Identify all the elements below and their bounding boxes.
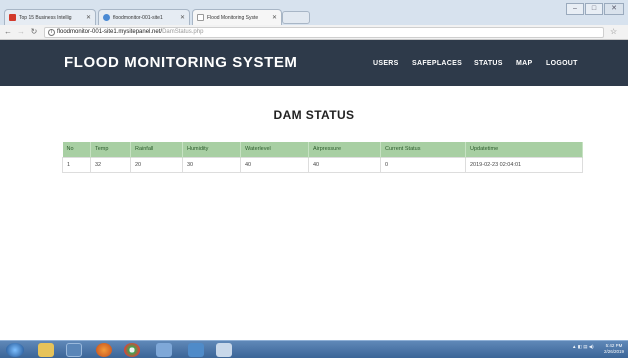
- windows-taskbar: ▲ ◧ ▤ ◀) 5:42 PM 2/26/2019: [0, 340, 628, 358]
- column-header: Waterlevel: [240, 142, 309, 157]
- table-cell: 30: [182, 156, 241, 173]
- favicon-icon: [103, 14, 110, 21]
- start-button-icon[interactable]: [6, 343, 24, 357]
- system-tray-icons[interactable]: ▲ ◧ ▤ ◀): [572, 344, 594, 350]
- close-tab-icon[interactable]: ✕: [86, 14, 91, 21]
- tab-title: Top 15 Business Intellig: [19, 15, 72, 21]
- table-row: 1 32 20 30 40 40 0 2019-02-23 02:04:01: [62, 156, 583, 173]
- nav-users[interactable]: USERS: [373, 60, 399, 67]
- table-cell: 0: [380, 156, 466, 173]
- table-cell: 32: [90, 156, 131, 173]
- table-cell: 40: [308, 156, 381, 173]
- dam-status-table: No Temp Rainfall Humidity Waterlevel Air…: [62, 142, 583, 173]
- url-path: DamStatus.php: [162, 29, 204, 35]
- minimize-button[interactable]: –: [566, 3, 584, 15]
- info-icon[interactable]: i: [48, 29, 55, 36]
- page-icon: [197, 14, 204, 21]
- close-tab-icon[interactable]: ✕: [272, 14, 277, 21]
- network-app-icon[interactable]: [188, 343, 204, 357]
- back-arrow-icon[interactable]: ←: [3, 27, 13, 37]
- table-cell: 1: [62, 156, 91, 173]
- browser-tab-active[interactable]: Flood Monitoring Syste ✕: [192, 9, 282, 25]
- table-cell: 40: [240, 156, 309, 173]
- address-bar: ← → ↻ i floodmonitor-001-site1.mysitepan…: [0, 25, 628, 40]
- bookmark-star-icon[interactable]: ☆: [610, 27, 617, 36]
- file-explorer-icon[interactable]: [38, 343, 54, 357]
- column-header: Updatetime: [465, 142, 583, 157]
- tab-title: floodmonitor-001-site1: [113, 15, 163, 21]
- column-header: Airpressure: [308, 142, 381, 157]
- chrome-icon[interactable]: [124, 343, 140, 357]
- forward-arrow-icon[interactable]: →: [16, 27, 26, 37]
- url-input[interactable]: i floodmonitor-001-site1.mysitepanel.net…: [44, 27, 604, 38]
- column-header: Rainfall: [130, 142, 183, 157]
- close-tab-icon[interactable]: ✕: [180, 14, 185, 21]
- table-cell: 2019-02-23 02:04:01: [465, 156, 583, 173]
- favicon-icon: [9, 14, 16, 21]
- new-tab-button[interactable]: [282, 11, 310, 24]
- browser-tab[interactable]: Top 15 Business Intellig ✕: [4, 9, 96, 25]
- close-window-button[interactable]: ✕: [604, 3, 624, 15]
- table-cell: 20: [130, 156, 183, 173]
- reload-icon[interactable]: ↻: [29, 27, 39, 37]
- firefox-icon[interactable]: [96, 343, 112, 357]
- site-navbar: FLOOD MONITORING SYSTEM USERS SAFEPLACES…: [0, 40, 628, 86]
- page-title: DAM STATUS: [273, 108, 355, 122]
- browser-tab-strip: Top 15 Business Intellig ✕ floodmonitor-…: [0, 0, 628, 25]
- maximize-button[interactable]: □: [585, 3, 603, 15]
- nav-logout[interactable]: LOGOUT: [546, 60, 578, 67]
- app-icon[interactable]: [156, 343, 172, 357]
- column-header: No: [62, 142, 91, 157]
- url-host: floodmonitor-001-site1.mysitepanel.net/: [57, 29, 163, 35]
- media-player-icon[interactable]: [66, 343, 82, 357]
- browser-tab[interactable]: floodmonitor-001-site1 ✕: [98, 9, 190, 25]
- paint-app-icon[interactable]: [216, 343, 232, 357]
- column-header: Temp: [90, 142, 131, 157]
- tab-title: Flood Monitoring Syste: [207, 15, 259, 21]
- nav-safeplaces[interactable]: SAFEPLACES: [412, 60, 462, 67]
- clock-date: 2/26/2019: [604, 349, 625, 354]
- column-header: Humidity: [182, 142, 241, 157]
- nav-status[interactable]: STATUS: [474, 60, 503, 67]
- taskbar-clock[interactable]: 5:42 PM 2/26/2019: [604, 343, 624, 355]
- table-header-row: No Temp Rainfall Humidity Waterlevel Air…: [62, 142, 583, 157]
- column-header: Current Status: [380, 142, 466, 157]
- nav-map[interactable]: MAP: [516, 60, 532, 67]
- site-brand[interactable]: FLOOD MONITORING SYSTEM: [64, 54, 298, 71]
